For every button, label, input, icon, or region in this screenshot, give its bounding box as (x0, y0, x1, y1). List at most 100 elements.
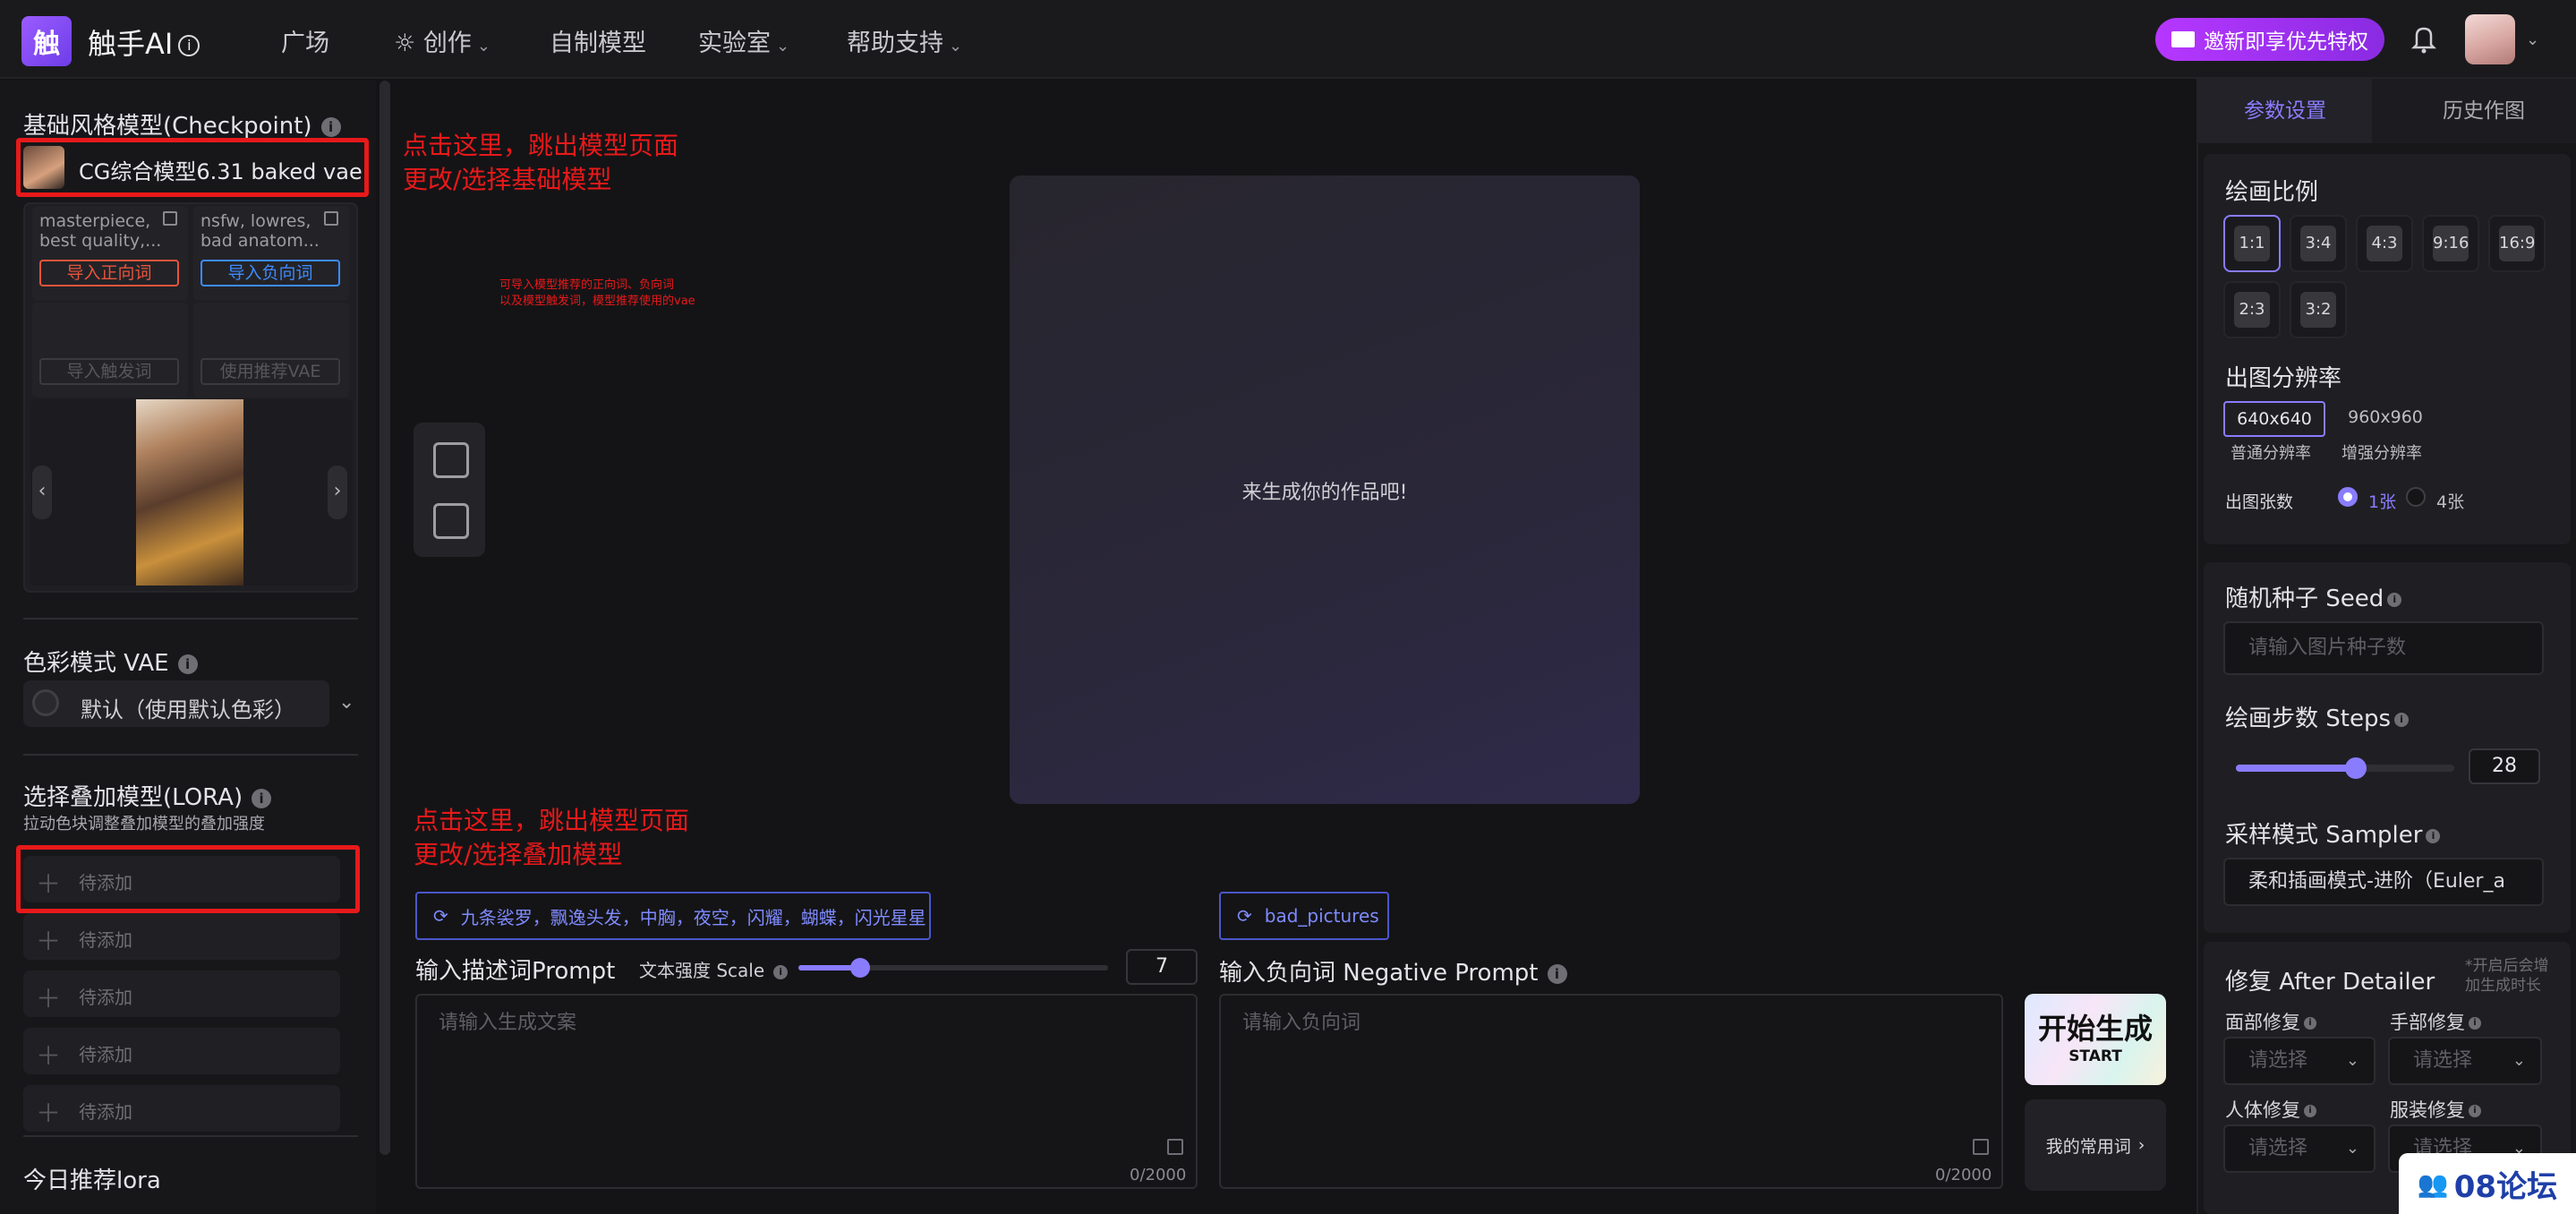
count-option-label[interactable]: 1张 (2368, 489, 2396, 513)
ratio-option[interactable]: 2:3 (2223, 281, 2281, 338)
info-icon[interactable]: i (773, 964, 789, 979)
chevron-down-icon[interactable]: ⌄ (2526, 30, 2539, 49)
vae-title: 色彩模式 VAE i (23, 645, 198, 678)
negative-tags-chip[interactable]: ⟳ bad_pictures (1219, 892, 1389, 940)
positive-tags-chip[interactable]: ⟳ 九条裟罗，飘逸头发，中胸，夜空，闪耀，蝴蝶，闪光星星 (415, 892, 931, 940)
import-trigger-button[interactable]: 导入触发词 (39, 358, 179, 385)
info-icon[interactable]: i (2469, 1105, 2481, 1117)
lora-slot[interactable]: ＋ 待添加 (23, 913, 340, 960)
face-fix-select[interactable]: 请选择 ⌄ (2223, 1037, 2376, 1085)
nav-custom-model[interactable]: 自制模型 (550, 23, 646, 58)
chevron-down-icon[interactable]: ⌄ (338, 691, 354, 714)
seed-input[interactable]: 请输入图片种子数 (2223, 621, 2544, 675)
plus-icon: ＋ (36, 927, 62, 956)
nav-lab[interactable]: 实验室 ⌄ (698, 23, 789, 58)
start-generate-button[interactable]: 开始生成 START (2025, 994, 2166, 1085)
info-icon[interactable]: i (252, 788, 272, 808)
count-label: 出图张数 (2225, 492, 2294, 512)
negative-label: 输入负向词 Negative Prompt i (1219, 954, 1567, 987)
count-option-label[interactable]: 4张 (2436, 489, 2464, 513)
ratio-option[interactable]: 9:16 (2422, 215, 2479, 272)
resolution-option[interactable]: 960x960 (2334, 401, 2436, 437)
lora-slot[interactable]: ＋ 待添加 (23, 856, 340, 902)
image-compare-icon[interactable] (433, 503, 469, 539)
info-icon[interactable]: i (177, 654, 198, 674)
ratio-option[interactable]: 1:1 (2223, 215, 2281, 272)
face-fix-label-text: 面部修复 (2225, 1012, 2300, 1033)
fix-note: *开启后会增加生成时长 (2465, 957, 2549, 995)
nav-plaza[interactable]: 广场 (281, 23, 329, 58)
resolution-option[interactable]: 640x640 (2223, 401, 2325, 437)
positive-prompt-preview: masterpiece, best quality,... (39, 211, 162, 251)
ratio-label: 2:3 (2234, 292, 2270, 328)
info-icon[interactable]: i (2469, 1017, 2481, 1030)
annotation-line: 点击这里，跳出模型页面 (403, 131, 679, 160)
people-icon: 👥 (2417, 1168, 2449, 1199)
lora-slot[interactable]: ＋ 待添加 (23, 1085, 340, 1132)
ratio-option[interactable]: 3:2 (2290, 281, 2347, 338)
sample-image[interactable] (136, 399, 243, 586)
chevron-right-icon[interactable]: › (328, 466, 347, 519)
scale-label-text: 文本强度 Scale (639, 960, 765, 981)
steps-slider-handle[interactable] (2345, 757, 2367, 779)
checkpoint-annotation: 点击这里，跳出模型页面 更改/选择基础模型 (403, 129, 678, 197)
copy-icon[interactable] (163, 211, 177, 226)
tab-history[interactable]: 历史作图 (2392, 79, 2576, 143)
tab-params[interactable]: 参数设置 (2198, 79, 2372, 143)
logo-icon[interactable]: 触 (21, 16, 72, 66)
avatar[interactable] (2465, 14, 2515, 64)
bell-icon[interactable] (2410, 21, 2438, 57)
scale-input[interactable]: 7 (1126, 949, 1198, 985)
refresh-icon: ⟳ (1237, 905, 1252, 927)
save-icon[interactable] (1167, 1139, 1183, 1155)
count-radio[interactable] (2406, 487, 2426, 507)
ratio-option[interactable]: 16:9 (2488, 215, 2546, 272)
ratio-option[interactable]: 4:3 (2356, 215, 2413, 272)
negative-placeholder: 请输入负向词 (1242, 1012, 1361, 1034)
count-radio-selected[interactable] (2338, 487, 2358, 507)
negative-prompt-input[interactable]: 请输入负向词 0/2000 (1219, 994, 2003, 1189)
info-icon[interactable]: i (2304, 1105, 2316, 1117)
image-compare-icon[interactable] (433, 442, 469, 478)
steps-input[interactable]: 28 (2469, 748, 2540, 784)
lora-slot[interactable]: ＋ 待添加 (23, 970, 340, 1017)
negative-prompt-preview: nsfw, lowres, bad anatom... (200, 211, 320, 251)
forum-watermark: 👥 08论坛 (2399, 1153, 2576, 1214)
sampler-select[interactable]: 柔和插画模式-进阶（Euler_a (2223, 858, 2544, 906)
save-icon[interactable] (1973, 1139, 1989, 1155)
today-lora-title: 今日推荐lora (23, 1167, 161, 1194)
nav-help[interactable]: 帮助支持 ⌄ (847, 23, 962, 58)
info-icon[interactable]: i (2387, 592, 2402, 607)
info-icon[interactable]: i (2304, 1017, 2316, 1030)
hand-fix-select[interactable]: 请选择 ⌄ (2388, 1037, 2542, 1085)
plus-icon: ＋ (36, 984, 62, 1013)
import-negative-button[interactable]: 导入负向词 (200, 260, 340, 286)
import-positive-button[interactable]: 导入正向词 (39, 260, 179, 286)
body-fix-select[interactable]: 请选择 ⌄ (2223, 1124, 2376, 1173)
use-recommended-vae-button[interactable]: 使用推荐VAE (200, 358, 340, 385)
info-icon[interactable]: i (1547, 963, 1567, 984)
nav-create[interactable]: ☼ 创作 ⌄ (394, 23, 490, 58)
lora-slot-label: 待添加 (79, 872, 132, 893)
scale-label: 文本强度 Scale i (639, 956, 789, 982)
seed-title-text: 随机种子 Seed (2225, 586, 2384, 612)
scale-slider-handle[interactable] (850, 958, 871, 978)
info-icon[interactable]: i (2426, 828, 2441, 843)
ratio-option[interactable]: 3:4 (2290, 215, 2347, 272)
chevron-left-icon[interactable]: ‹ (32, 466, 52, 519)
lora-title-text: 选择叠加模型(LORA) (23, 784, 243, 811)
sidebar-scrollbar[interactable] (380, 81, 390, 1155)
info-icon[interactable]: i (320, 116, 341, 137)
favorite-words-label: 我的常用词 (2045, 1136, 2131, 1157)
favorite-words-button[interactable]: 我的常用词 › (2025, 1099, 2166, 1191)
checkpoint-name: CG综合模型6.31 baked vae (79, 159, 363, 184)
resolution-desc: 普通分辨率 (2231, 444, 2311, 463)
prompt-input[interactable]: 请输入生成文案 0/2000 (415, 994, 1198, 1189)
info-icon[interactable]: i (2394, 712, 2410, 727)
copy-icon[interactable] (324, 211, 338, 226)
steps-title-text: 绘画步数 Steps (2225, 705, 2392, 732)
invite-button[interactable]: 邀新即享优先特权 (2155, 18, 2384, 61)
app-name[interactable]: 触手AI i (88, 21, 200, 63)
sampler-title: 采样模式 Sampler i (2225, 816, 2441, 850)
lora-slot[interactable]: ＋ 待添加 (23, 1028, 340, 1074)
